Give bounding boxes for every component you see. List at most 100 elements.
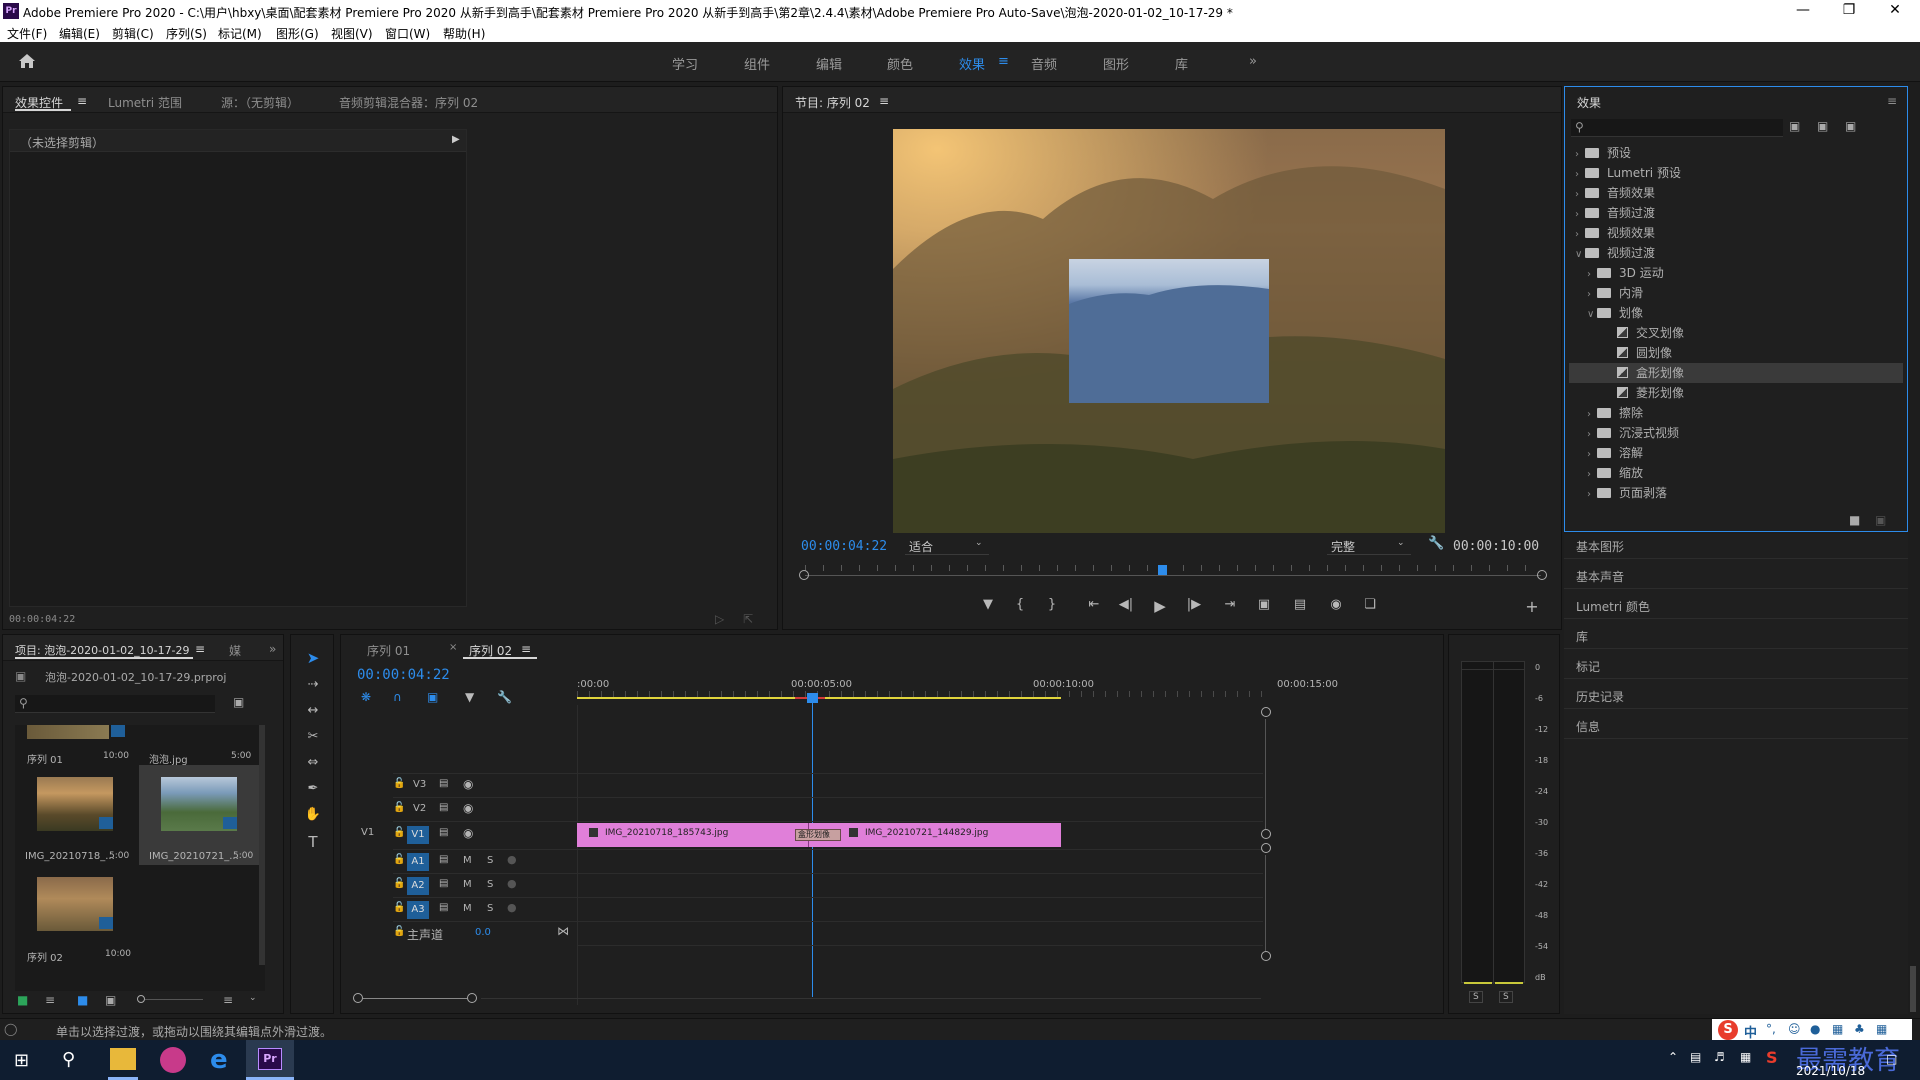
workspace-assembly[interactable]: 组件 xyxy=(744,54,770,73)
workspace-graphics[interactable]: 图形 xyxy=(1103,54,1129,73)
scroll-handle[interactable] xyxy=(1261,707,1271,717)
close-tab-icon[interactable]: × xyxy=(449,642,457,653)
eye-icon[interactable]: ◉ xyxy=(463,777,473,791)
effects-tree-item[interactable]: 菱形划像 xyxy=(1569,383,1903,403)
sogou-tray-icon[interactable]: S xyxy=(1766,1048,1778,1067)
emoji-icon[interactable]: ☺ xyxy=(1788,1022,1801,1036)
workspace-learn[interactable]: 学习 xyxy=(672,54,698,73)
notification-icon[interactable]: □ xyxy=(1886,1052,1897,1066)
chevron-right-icon[interactable]: › xyxy=(1575,165,1585,185)
delete-icon[interactable]: ▣ xyxy=(1875,513,1886,527)
chevron-right-icon[interactable]: › xyxy=(1587,445,1597,465)
sogou-icon[interactable]: S xyxy=(1718,1020,1738,1040)
track-a3-target[interactable]: A3 xyxy=(407,901,429,919)
project-menu-icon[interactable]: ≡ xyxy=(195,642,205,656)
workspace-libraries[interactable]: 库 xyxy=(1175,54,1188,73)
menu-edit[interactable]: 编辑(E) xyxy=(59,25,100,42)
volume-icon[interactable]: ♬ xyxy=(1714,1050,1725,1064)
timeline-hscroll[interactable] xyxy=(363,998,467,999)
minimize-icon[interactable]: — xyxy=(1780,2,1826,18)
panel-essential-sound[interactable]: 基本声音 xyxy=(1576,568,1624,585)
effects-tree-item[interactable]: › 3D 运动 xyxy=(1569,263,1903,283)
project-scrollbar[interactable] xyxy=(259,725,265,965)
effects-tree-item[interactable]: › 音频效果 xyxy=(1569,183,1903,203)
program-current-timecode[interactable]: 00:00:04:22 xyxy=(801,539,887,554)
ime-toolbar[interactable]: S 中 °, ☺ ● ▦ ♣ ▦ xyxy=(1712,1019,1912,1041)
chevron-right-icon[interactable]: › xyxy=(1587,465,1597,485)
chevron-down-icon[interactable]: ∨ xyxy=(1587,305,1597,325)
nest-icon[interactable]: ❋ xyxy=(361,690,371,704)
tab-project[interactable]: 项目: 泡泡-2020-01-02_10-17-29 xyxy=(15,642,190,658)
home-icon[interactable] xyxy=(18,53,36,69)
zoom-slider[interactable] xyxy=(145,999,203,1000)
program-playhead[interactable] xyxy=(1158,565,1167,575)
compare-icon[interactable]: ❏ xyxy=(1359,597,1381,612)
sync-lock-icon[interactable]: ▤ xyxy=(439,878,448,889)
yuv-effects-icon[interactable]: ▣ xyxy=(1845,119,1856,133)
camera-icon[interactable]: ◉ xyxy=(1325,597,1347,612)
clip[interactable]: IMG_20210721_144829.jpg xyxy=(809,823,1061,847)
scroll-handle[interactable] xyxy=(1261,829,1271,839)
menu-help[interactable]: 帮助(H) xyxy=(443,25,485,42)
master-volume[interactable]: 0.0 xyxy=(475,927,491,938)
project-search-input[interactable]: ⚲ xyxy=(15,695,215,713)
effects-title[interactable]: 效果 xyxy=(1577,94,1601,111)
marker-icon[interactable]: ▼ xyxy=(979,597,997,612)
voice-icon[interactable]: ● xyxy=(1810,1022,1820,1036)
ime-mode[interactable]: 中 xyxy=(1744,1022,1757,1041)
effects-menu-icon[interactable]: ≡ xyxy=(1887,94,1897,108)
lock-icon[interactable]: 🔓 xyxy=(393,778,405,789)
video-frame[interactable] xyxy=(893,129,1445,533)
accelerated-effects-icon[interactable]: ▣ xyxy=(1789,119,1800,133)
menu-marker[interactable]: 标记(M) xyxy=(218,25,262,42)
scroll-handle[interactable] xyxy=(353,993,363,1003)
panel-essential-graphics[interactable]: 基本图形 xyxy=(1576,538,1624,555)
file-explorer-icon[interactable] xyxy=(110,1048,136,1070)
solo-button[interactable]: S xyxy=(487,903,493,914)
track-a1-target[interactable]: A1 xyxy=(407,853,429,871)
effects-tree-item[interactable]: › 页面剥落 xyxy=(1569,483,1903,503)
solo-button[interactable]: S xyxy=(487,879,493,890)
microphone-icon[interactable]: ● xyxy=(507,901,517,914)
program-menu-icon[interactable]: ≡ xyxy=(879,94,889,108)
effects-tree-item[interactable]: › 视频效果 xyxy=(1569,223,1903,243)
eye-icon[interactable]: ◉ xyxy=(463,826,473,840)
extract-icon[interactable]: ▤ xyxy=(1289,597,1311,612)
snap-icon[interactable]: ∩ xyxy=(393,690,402,704)
filter-icon[interactable]: ▷ xyxy=(715,612,724,626)
step-forward-icon[interactable]: |▶ xyxy=(1185,597,1203,612)
timeline-settings-icon[interactable]: 🔧 xyxy=(497,690,512,704)
eye-icon[interactable]: ◉ xyxy=(463,801,473,815)
lock-icon[interactable]: 🔓 xyxy=(393,827,405,838)
effects-tree-item[interactable]: › 擦除 xyxy=(1569,403,1903,423)
source-patch-v1[interactable]: V1 xyxy=(361,827,374,838)
toolbox-icon[interactable]: ▦ xyxy=(1876,1022,1887,1036)
search-icon[interactable]: ⚲ xyxy=(62,1049,75,1070)
sync-lock-icon[interactable]: ▤ xyxy=(439,778,448,789)
chevron-down-icon[interactable]: ⌄ xyxy=(249,993,257,1003)
razor-tool-icon[interactable]: ✂ xyxy=(301,729,325,744)
wrench-icon[interactable]: 🔧 xyxy=(1428,536,1444,551)
list-view-icon[interactable]: ≡ xyxy=(45,993,55,1007)
program-title[interactable]: 节目: 序列 02 xyxy=(795,94,870,111)
chevron-right-icon[interactable]: › xyxy=(1587,485,1597,505)
menu-clip[interactable]: 剪辑(C) xyxy=(112,25,154,42)
effects-tree-item[interactable]: › 内滑 xyxy=(1569,283,1903,303)
menu-window[interactable]: 窗口(W) xyxy=(385,25,430,42)
timeline-playhead[interactable] xyxy=(812,697,813,997)
scroll-handle[interactable] xyxy=(1261,843,1271,853)
tray-expand-icon[interactable]: ⌃ xyxy=(1668,1050,1678,1064)
chevron-down-icon[interactable]: ∨ xyxy=(1575,245,1585,265)
window-scrollbar[interactable] xyxy=(1910,966,1916,1012)
export-icon[interactable]: ⇱ xyxy=(743,612,753,626)
linked-selection-icon[interactable]: ▣ xyxy=(427,690,438,704)
effects-search-input[interactable]: ⚲ xyxy=(1571,119,1783,137)
workspace-audio[interactable]: 音频 xyxy=(1031,54,1057,73)
lift-icon[interactable]: ▣ xyxy=(1253,597,1275,612)
go-to-out-icon[interactable]: ⇥ xyxy=(1219,597,1241,612)
premiere-taskbar-item[interactable]: Pr xyxy=(246,1040,294,1080)
solo-left-button[interactable]: S xyxy=(1469,991,1483,1003)
scroll-handle[interactable] xyxy=(1261,951,1271,961)
chevron-right-icon[interactable]: › xyxy=(1587,425,1597,445)
time-ruler[interactable]: :00:00 00:00:05:00 00:00:10:00 xyxy=(577,677,1267,703)
